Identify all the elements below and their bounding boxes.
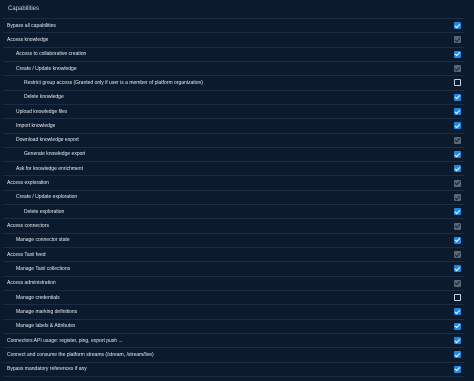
capability-checkbox[interactable] xyxy=(454,150,461,158)
capability-label: Delete knowledge xyxy=(24,94,64,101)
capability-row: Bypass mandatory references if any xyxy=(3,363,464,377)
capability-row: Ask for knowledge enrichment xyxy=(3,162,464,177)
capability-checkbox[interactable] xyxy=(454,308,461,316)
capability-checkbox[interactable] xyxy=(454,294,461,302)
capability-label: Bypass mandatory references if any xyxy=(7,366,87,373)
capability-label: Import knowledge xyxy=(16,122,56,129)
capabilities-list: Bypass all capabilities Access knowledge A… xyxy=(3,19,464,377)
capability-label: Restrict group access (Granted only if u… xyxy=(24,79,203,86)
capability-row: Manage Taxii collections xyxy=(3,262,464,277)
capability-row: Manage marking definitions xyxy=(3,305,464,320)
capability-row: Delete exploration xyxy=(3,205,464,220)
capability-label: Upload knowledge files xyxy=(16,108,68,115)
capability-label: Access to collaborative creation xyxy=(16,51,87,58)
capability-label: Access knowledge xyxy=(7,36,49,43)
capability-row: Create / Update exploration xyxy=(3,191,464,206)
capability-label: Connectors API usage: register, ping, ex… xyxy=(7,337,123,344)
capability-row: Create / Update knowledge xyxy=(3,62,464,77)
capability-row: Access administration xyxy=(3,277,464,291)
capability-checkbox[interactable] xyxy=(454,108,461,116)
capability-label: Create / Update knowledge xyxy=(16,65,77,72)
capability-row: Generate knowledge export xyxy=(3,148,464,163)
capability-checkbox[interactable] xyxy=(454,351,461,359)
capability-row: Access connectors xyxy=(3,219,464,234)
capability-row: Manage labels & Attributes xyxy=(3,320,464,334)
capability-row: Access to collaborative creation xyxy=(3,48,464,62)
capability-checkbox[interactable] xyxy=(454,122,461,130)
capability-label: Manage marking definitions xyxy=(16,308,78,315)
capability-row: Delete knowledge xyxy=(3,91,464,105)
capability-row: Bypass all capabilities xyxy=(3,19,464,34)
capability-checkbox[interactable] xyxy=(454,22,461,30)
capability-checkbox xyxy=(454,251,461,259)
capability-checkbox[interactable] xyxy=(454,236,461,244)
capability-label: Delete exploration xyxy=(24,208,65,215)
capability-row: Import knowledge xyxy=(3,119,464,134)
capability-checkbox xyxy=(454,36,461,44)
capability-checkbox xyxy=(454,193,461,201)
capability-label: Access connectors xyxy=(7,223,49,230)
capability-label: Create / Update exploration xyxy=(16,194,78,201)
capability-row: Connectors API usage: register, ping, ex… xyxy=(3,334,464,349)
capability-label: Generate knowledge export xyxy=(24,151,86,158)
capability-checkbox[interactable] xyxy=(454,93,461,101)
capability-label: Manage Taxii collections xyxy=(16,265,71,272)
capability-row: Upload knowledge files xyxy=(3,105,464,120)
capability-row: Access knowledge xyxy=(3,33,464,48)
capability-checkbox[interactable] xyxy=(454,79,461,87)
capability-checkbox xyxy=(454,222,461,230)
capability-checkbox xyxy=(454,279,461,287)
capability-checkbox[interactable] xyxy=(454,322,461,330)
capability-row: Manage connector state xyxy=(3,234,464,248)
capability-label: Download knowledge export xyxy=(16,137,79,144)
capability-row: Download knowledge export xyxy=(3,134,464,148)
capability-label: Access administration xyxy=(7,280,56,287)
capability-label: Access Taxii feed xyxy=(7,251,46,258)
capability-row: Access Taxii feed xyxy=(3,248,464,263)
capability-checkbox xyxy=(454,136,461,144)
capability-label: Connect and consume the platform streams… xyxy=(7,351,154,358)
capability-label: Ask for knowledge enrichment xyxy=(16,165,83,172)
capability-checkbox[interactable] xyxy=(454,50,461,58)
capability-checkbox[interactable] xyxy=(454,365,461,373)
capability-label: Manage labels & Attributes xyxy=(16,323,76,330)
capability-checkbox[interactable] xyxy=(454,208,461,216)
capability-row: Manage credentials xyxy=(3,291,464,306)
capabilities-panel: Capabilities Bypass all capabilities Acce… xyxy=(0,0,474,381)
capability-label: Manage connector state xyxy=(16,237,70,244)
capability-checkbox[interactable] xyxy=(454,265,461,273)
capability-label: Access exploration xyxy=(7,180,49,187)
capability-checkbox xyxy=(454,65,461,73)
capability-checkbox xyxy=(454,179,461,187)
capability-checkbox[interactable] xyxy=(454,337,461,345)
capability-row: Access exploration xyxy=(3,176,464,191)
capability-label: Manage credentials xyxy=(16,294,60,301)
capability-row: Connect and consume the platform streams… xyxy=(3,348,464,363)
capability-row: Restrict group access (Granted only if u… xyxy=(3,76,464,91)
capability-label: Bypass all capabilities xyxy=(7,22,56,29)
capabilities-title: Capabilities xyxy=(3,0,464,19)
capability-checkbox[interactable] xyxy=(454,165,461,173)
